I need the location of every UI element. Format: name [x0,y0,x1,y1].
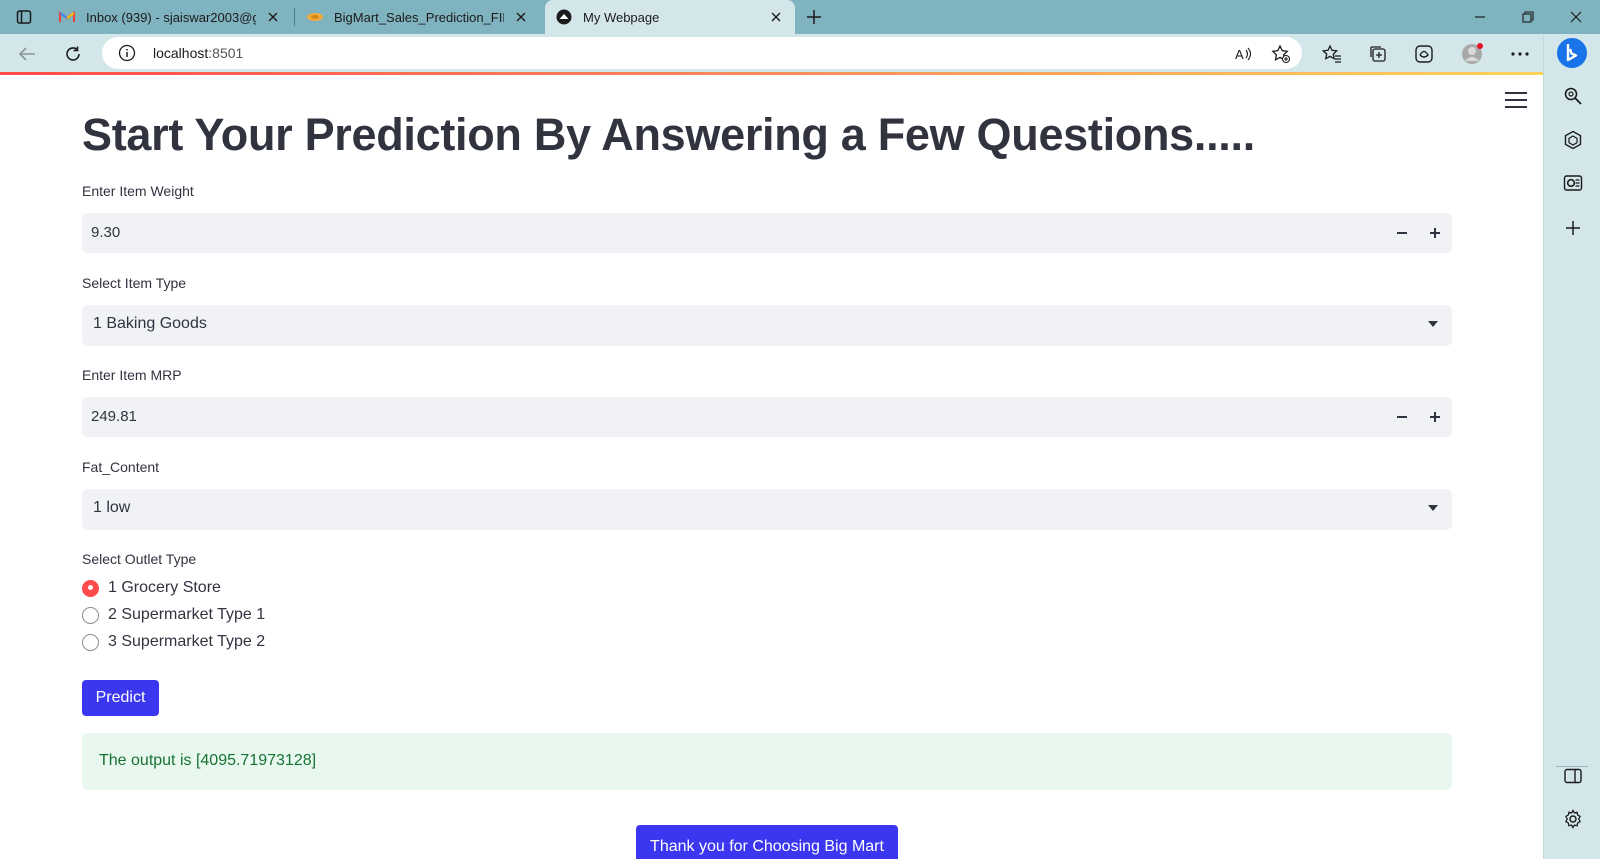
radio-unselected-icon [82,606,99,624]
predict-button[interactable]: Predict [82,680,159,716]
minimize-icon[interactable] [1456,0,1504,34]
fat-content-label: Fat_Content [82,459,160,475]
browser-essentials-icon[interactable] [1410,40,1438,68]
item-type-select[interactable]: 1 Baking Goods [82,305,1452,346]
jupyter-icon [306,10,324,24]
increment-icon[interactable] [1419,217,1451,249]
chevron-down-icon [1428,505,1438,511]
radio-unselected-icon [82,633,99,651]
read-aloud-icon[interactable]: A [1232,43,1254,65]
outlet-option-label: 2 Supermarket Type 1 [108,606,266,623]
increment-icon[interactable] [1419,401,1451,433]
item-weight-label: Enter Item Weight [82,183,194,199]
address-bar[interactable]: localhost:8501 A [102,37,1302,69]
site-info-icon[interactable] [118,44,136,62]
profile-avatar-icon[interactable] [1458,40,1486,68]
url-port: :8501 [208,45,244,61]
main-menu-icon[interactable] [1505,92,1527,108]
copilot-icon[interactable] [1559,126,1587,154]
item-weight-input[interactable]: 9.30 [82,213,1452,253]
item-type-value: 1 Baking Goods [93,315,207,332]
edge-sidebar [1543,34,1600,859]
url-host: localhost [153,45,209,61]
output-text: The output is [4095.71973128] [99,752,317,769]
decrement-icon[interactable] [1386,401,1418,433]
back-arrow-icon[interactable] [13,40,41,68]
search-icon[interactable] [1559,82,1587,110]
item-mrp-label: Enter Item MRP [82,367,182,383]
add-favorite-icon[interactable] [1270,43,1292,65]
refresh-icon[interactable] [59,40,87,68]
tab-title: Inbox (939) - sjaiswar2003@gma [86,9,256,25]
streamlit-app: Start Your Prediction By Answering a Few… [0,75,1543,859]
browser-tab-jupyter[interactable]: BigMart_Sales_Prediction_FINAL_ [296,0,540,34]
gmail-icon [58,10,76,24]
split-screen-icon[interactable] [1559,762,1587,790]
tab-divider [294,8,295,26]
svg-text:A: A [1235,47,1244,62]
outlet-option-grocery[interactable]: 1 Grocery Store [82,577,221,599]
browser-toolbar: localhost:8501 A [0,34,1543,72]
more-menu-icon[interactable] [1506,40,1534,68]
item-weight-value: 9.30 [91,224,121,241]
streamlit-icon [555,9,573,25]
url-text: localhost:8501 [153,45,243,61]
close-tab-icon[interactable] [264,8,282,26]
favorites-icon[interactable] [1318,40,1346,68]
collections-icon[interactable] [1364,40,1392,68]
outlet-option-label: 3 Supermarket Type 2 [108,633,266,650]
item-mrp-value: 249.81 [91,408,137,425]
fat-content-value: 1 low [93,499,131,516]
restore-icon[interactable] [1504,0,1552,34]
page-title: Start Your Prediction By Answering a Few… [82,109,1255,160]
bing-copilot-icon[interactable] [1555,36,1589,70]
success-alert: The output is [4095.71973128] [82,733,1452,790]
decrement-icon[interactable] [1386,217,1418,249]
outlet-option-supermarket-1[interactable]: 2 Supermarket Type 1 [82,604,265,626]
tab-title: BigMart_Sales_Prediction_FINAL_ [334,9,504,25]
new-tab-icon[interactable] [802,5,826,29]
browser-tab-strip: Inbox (939) - sjaiswar2003@gma BigMart_S… [0,0,1600,34]
outlet-option-supermarket-2[interactable]: 3 Supermarket Type 2 [82,631,265,653]
chevron-down-icon [1428,321,1438,327]
item-mrp-input[interactable]: 249.81 [82,397,1452,437]
settings-gear-icon[interactable] [1559,805,1587,833]
browser-tab-gmail[interactable]: Inbox (939) - sjaiswar2003@gma [48,0,292,34]
outlet-type-label: Select Outlet Type [82,551,197,567]
tab-title: My Webpage [583,9,660,25]
item-type-label: Select Item Type [82,275,187,291]
close-tab-icon[interactable] [767,8,785,26]
browser-tab-active[interactable]: My Webpage [545,0,795,34]
thank-you-button[interactable]: Thank you for Choosing Big Mart [636,825,898,859]
outlook-icon[interactable] [1559,169,1587,197]
radio-selected-icon [82,579,99,597]
close-window-icon[interactable] [1552,0,1600,34]
outlet-option-label: 1 Grocery Store [108,579,221,596]
close-tab-icon[interactable] [512,8,530,26]
add-sidebar-app-icon[interactable] [1559,214,1587,242]
tab-actions-icon[interactable] [12,6,36,28]
fat-content-select[interactable]: 1 low [82,489,1452,530]
